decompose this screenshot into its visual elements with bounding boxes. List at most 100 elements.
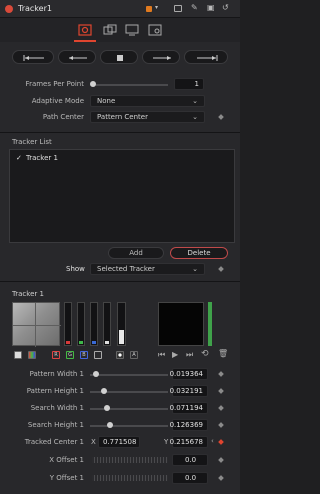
version-icon[interactable]	[174, 5, 182, 12]
search-height-label: Search Height 1	[27, 421, 84, 429]
color-tag-icon[interactable]	[146, 6, 152, 12]
track-reverse-from-end-button[interactable]	[12, 50, 54, 64]
search-width-value: 0.071194	[169, 404, 203, 412]
channel-r-label: R	[54, 352, 58, 358]
play-icon[interactable]: ▶	[172, 350, 178, 359]
frames-per-point-label: Frames Per Point	[25, 80, 84, 88]
track-forward-button[interactable]	[142, 50, 180, 64]
node-title: Tracker1	[18, 4, 52, 13]
pattern-width-knob[interactable]	[93, 371, 99, 377]
full-color-chip[interactable]	[14, 351, 22, 359]
search-height-slider[interactable]	[90, 425, 168, 427]
channel-g-chip[interactable]: G	[66, 351, 74, 359]
adaptive-mode-value: None	[97, 97, 116, 105]
prev-keyframe-icon[interactable]: ‹	[211, 437, 214, 445]
x-offset-label: X Offset 1	[49, 456, 84, 464]
search-width-input[interactable]: 0.071194	[169, 402, 208, 414]
keyframe-icon[interactable]	[218, 405, 224, 411]
tracker1-title: Tracker 1	[12, 290, 44, 298]
luma-chip[interactable]	[94, 351, 102, 359]
search-height-input[interactable]: 0.126369	[170, 419, 208, 431]
channel-b-chip[interactable]: B	[80, 351, 88, 359]
pattern-height-value: 0.032191	[169, 387, 203, 395]
show-label: Show	[66, 265, 85, 273]
adaptive-mode-label: Adaptive Mode	[31, 97, 84, 105]
tracker-list-box[interactable]: ✓ Tracker 1	[9, 149, 235, 243]
params-panel: Frames Per Point 1 Adaptive Mode None ⌄ …	[0, 70, 240, 132]
tracked-center-x-input[interactable]: 0.771508	[98, 436, 140, 448]
channel-g-label: G	[68, 352, 72, 358]
stop-icon	[117, 55, 123, 61]
search-width-slider[interactable]	[90, 408, 168, 410]
track-forward-from-start-button[interactable]	[184, 50, 228, 64]
path-center-select[interactable]: Pattern Center ⌄	[90, 111, 205, 123]
keyframe-icon[interactable]	[218, 457, 224, 463]
pin-icon[interactable]: ✎	[191, 3, 198, 12]
show-value: Selected Tracker	[97, 265, 155, 273]
tracked-center-y-label: Y	[164, 438, 169, 446]
keyframe-icon[interactable]	[218, 114, 224, 120]
pattern-width-value: 0.019364	[169, 370, 203, 378]
pattern-width-input[interactable]: 0.019364	[169, 368, 208, 380]
list-item-label: Tracker 1	[26, 154, 58, 162]
delete-button-label: Delete	[187, 249, 211, 257]
search-height-knob[interactable]	[107, 422, 113, 428]
search-width-knob[interactable]	[104, 405, 110, 411]
keyframe-icon[interactable]	[218, 422, 224, 428]
loop-icon[interactable]: ⟲	[201, 349, 209, 359]
channel-a-chip[interactable]: A	[130, 351, 138, 359]
go-to-end-icon[interactable]: ⏭	[186, 350, 193, 360]
pattern-width-slider[interactable]	[90, 374, 168, 376]
y-offset-input[interactable]: 0.0	[172, 472, 208, 484]
frames-per-point-input[interactable]: 1	[174, 78, 204, 90]
tab-bar	[0, 18, 240, 42]
tab-tracker-controls[interactable]	[78, 24, 92, 36]
dropdown-icon[interactable]: ▾	[155, 4, 158, 11]
node-enable-icon[interactable]	[5, 5, 13, 13]
channel-a-label: A	[132, 352, 136, 358]
x-offset-jog[interactable]	[92, 457, 168, 463]
pattern-height-input[interactable]: 0.032191	[169, 385, 208, 397]
keyframe-icon[interactable]	[218, 266, 224, 272]
pattern-thumbnail	[12, 302, 61, 347]
pattern-height-label: Pattern Height 1	[26, 387, 84, 395]
go-to-start-icon[interactable]: ⏮	[158, 350, 165, 360]
x-offset-input[interactable]: 0.0	[172, 454, 208, 466]
tracker-list-section: Tracker List ✓ Tracker 1 Add Delete Show…	[0, 133, 240, 281]
trash-icon[interactable]: 🗑	[218, 349, 228, 358]
tab-display[interactable]	[125, 24, 139, 36]
channel-bar-blue	[90, 302, 98, 346]
show-select[interactable]: Selected Tracker ⌄	[90, 263, 205, 275]
delete-button[interactable]: Delete	[170, 247, 228, 259]
track-reverse-button[interactable]	[58, 50, 96, 64]
keyframe-icon[interactable]	[218, 371, 224, 377]
channel-r-chip[interactable]: R	[52, 351, 60, 359]
adaptive-mode-select[interactable]: None ⌄	[90, 95, 205, 107]
channel-bar-alpha	[117, 302, 126, 346]
tracked-center-x-value: 0.771508	[103, 438, 137, 446]
keyframe-icon[interactable]	[218, 475, 224, 481]
track-stop-button[interactable]	[100, 50, 138, 64]
y-offset-jog[interactable]	[92, 475, 168, 481]
chevron-down-icon: ⌄	[192, 113, 198, 121]
tab-settings[interactable]	[148, 24, 162, 36]
channel-bar-red	[64, 302, 72, 346]
channel-bar-luma	[103, 302, 111, 346]
keyframe-active-icon[interactable]	[218, 439, 224, 445]
list-item[interactable]: ✓ Tracker 1	[12, 153, 232, 164]
keyframe-icon[interactable]	[218, 388, 224, 394]
reset-icon[interactable]: ↺	[222, 3, 229, 12]
channel-bar-green	[77, 302, 85, 346]
monitor-icon	[125, 24, 139, 36]
tab-operation[interactable]	[103, 24, 117, 36]
frames-per-point-slider[interactable]	[90, 84, 168, 86]
checkmark-icon[interactable]: ✓	[16, 154, 22, 162]
add-button[interactable]: Add	[108, 247, 164, 259]
layers-icon	[103, 24, 117, 35]
contrast-chip[interactable]	[116, 351, 124, 359]
frames-per-point-knob[interactable]	[90, 81, 96, 87]
pattern-height-knob[interactable]	[101, 388, 107, 394]
color-chip[interactable]	[28, 351, 36, 359]
tracked-center-y-input[interactable]: 0.215678	[170, 436, 208, 448]
lock-icon[interactable]: ▣	[207, 3, 215, 12]
